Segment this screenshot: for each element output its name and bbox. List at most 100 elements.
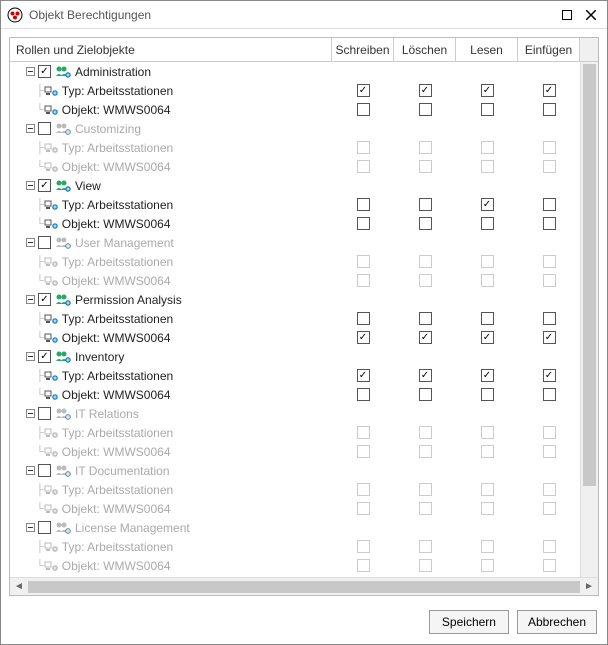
col-header-tree[interactable]: Rollen und Zielobjekte [10, 38, 332, 62]
vertical-scrollbar[interactable] [580, 62, 598, 577]
role-checkbox[interactable] [38, 407, 51, 420]
perm-insert-checkbox[interactable] [543, 369, 556, 382]
child-label: Typ: Arbeitsstationen [62, 540, 173, 554]
hscroll-track[interactable] [28, 581, 580, 593]
object-icon [44, 559, 58, 573]
role-row: IT Documentation [10, 461, 580, 480]
perm-read-checkbox[interactable] [481, 369, 494, 382]
perm-delete-checkbox[interactable] [419, 198, 432, 211]
role-row: View [10, 176, 580, 195]
dialog-footer: Speichern Abbrechen [1, 600, 607, 644]
child-row: └Objekt: WMWS0064 [10, 328, 580, 347]
perm-delete-checkbox[interactable] [419, 369, 432, 382]
perm-delete-checkbox[interactable] [419, 103, 432, 116]
tree-line-icon: └ [36, 332, 44, 344]
horizontal-scrollbar[interactable]: ◄ ► [10, 577, 598, 595]
perm-insert-checkbox[interactable] [543, 198, 556, 211]
child-row: ├Typ: Arbeitsstationen [10, 537, 580, 556]
perm-write-checkbox[interactable] [357, 388, 370, 401]
child-label: Objekt: WMWS0064 [62, 274, 171, 288]
perm-insert-checkbox [543, 502, 556, 515]
col-header-insert[interactable]: Einfügen [518, 38, 580, 62]
perm-read-checkbox[interactable] [481, 198, 494, 211]
col-header-read[interactable]: Lesen [456, 38, 518, 62]
hscroll-right-arrow[interactable]: ► [582, 581, 596, 592]
role-checkbox[interactable] [38, 293, 51, 306]
child-label: Objekt: WMWS0064 [62, 388, 171, 402]
perm-insert-checkbox[interactable] [543, 84, 556, 97]
tree-line-icon: ├ [36, 427, 44, 439]
perm-delete-checkbox[interactable] [419, 388, 432, 401]
role-checkbox[interactable] [38, 521, 51, 534]
object-icon [44, 331, 58, 345]
group-icon [55, 65, 71, 79]
perm-insert-checkbox[interactable] [543, 388, 556, 401]
scrollbar-thumb[interactable] [583, 64, 596, 486]
perm-write-checkbox[interactable] [357, 103, 370, 116]
perm-write-checkbox [357, 426, 370, 439]
perm-read-checkbox[interactable] [481, 331, 494, 344]
child-label: Objekt: WMWS0064 [62, 103, 171, 117]
perm-insert-checkbox[interactable] [543, 312, 556, 325]
expander-icon[interactable] [24, 351, 36, 363]
save-button[interactable]: Speichern [429, 610, 509, 634]
hscroll-left-arrow[interactable]: ◄ [12, 581, 26, 592]
perm-delete-checkbox[interactable] [419, 217, 432, 230]
perm-delete-checkbox [419, 426, 432, 439]
expander-icon[interactable] [24, 180, 36, 192]
perm-read-checkbox [481, 559, 494, 572]
close-button[interactable] [581, 5, 601, 25]
perm-delete-checkbox[interactable] [419, 312, 432, 325]
expander-icon[interactable] [24, 522, 36, 534]
perm-delete-checkbox[interactable] [419, 331, 432, 344]
perm-read-checkbox[interactable] [481, 312, 494, 325]
perm-write-checkbox[interactable] [357, 331, 370, 344]
perm-read-checkbox[interactable] [481, 84, 494, 97]
role-checkbox[interactable] [38, 464, 51, 477]
expander-icon[interactable] [24, 123, 36, 135]
expander-icon[interactable] [24, 465, 36, 477]
role-checkbox[interactable] [38, 236, 51, 249]
expander-icon[interactable] [24, 66, 36, 78]
child-label: Objekt: WMWS0064 [62, 502, 171, 516]
perm-write-checkbox [357, 540, 370, 553]
perm-insert-checkbox[interactable] [543, 331, 556, 344]
perm-write-checkbox[interactable] [357, 84, 370, 97]
perm-read-checkbox [481, 445, 494, 458]
expander-icon[interactable] [24, 294, 36, 306]
perm-write-checkbox[interactable] [357, 312, 370, 325]
perm-write-checkbox[interactable] [357, 198, 370, 211]
object-icon [44, 103, 58, 117]
perm-insert-checkbox[interactable] [543, 217, 556, 230]
child-row: └Objekt: WMWS0064 [10, 556, 580, 575]
type-icon [44, 141, 58, 155]
role-checkbox[interactable] [38, 179, 51, 192]
perm-insert-checkbox[interactable] [543, 103, 556, 116]
col-header-delete[interactable]: Löschen [394, 38, 456, 62]
col-header-write[interactable]: Schreiben [332, 38, 394, 62]
expander-icon[interactable] [24, 408, 36, 420]
maximize-button[interactable] [557, 5, 577, 25]
role-row: User Management [10, 233, 580, 252]
group-icon [55, 179, 71, 193]
object-icon [44, 445, 58, 459]
type-icon [44, 255, 58, 269]
table-header: Rollen und Zielobjekte Schreiben Löschen… [10, 38, 598, 62]
perm-read-checkbox[interactable] [481, 217, 494, 230]
perm-write-checkbox[interactable] [357, 217, 370, 230]
child-row: └Objekt: WMWS0064 [10, 214, 580, 233]
perm-delete-checkbox [419, 255, 432, 268]
role-checkbox[interactable] [38, 350, 51, 363]
role-checkbox[interactable] [38, 65, 51, 78]
perm-delete-checkbox[interactable] [419, 84, 432, 97]
perm-read-checkbox[interactable] [481, 388, 494, 401]
perm-write-checkbox[interactable] [357, 369, 370, 382]
perm-read-checkbox[interactable] [481, 103, 494, 116]
perm-insert-checkbox [543, 141, 556, 154]
perm-read-checkbox [481, 274, 494, 287]
expander-icon[interactable] [24, 237, 36, 249]
tree-line-icon: ├ [36, 85, 44, 97]
tree-line-icon: ├ [36, 313, 44, 325]
role-checkbox[interactable] [38, 122, 51, 135]
cancel-button[interactable]: Abbrechen [517, 610, 597, 634]
